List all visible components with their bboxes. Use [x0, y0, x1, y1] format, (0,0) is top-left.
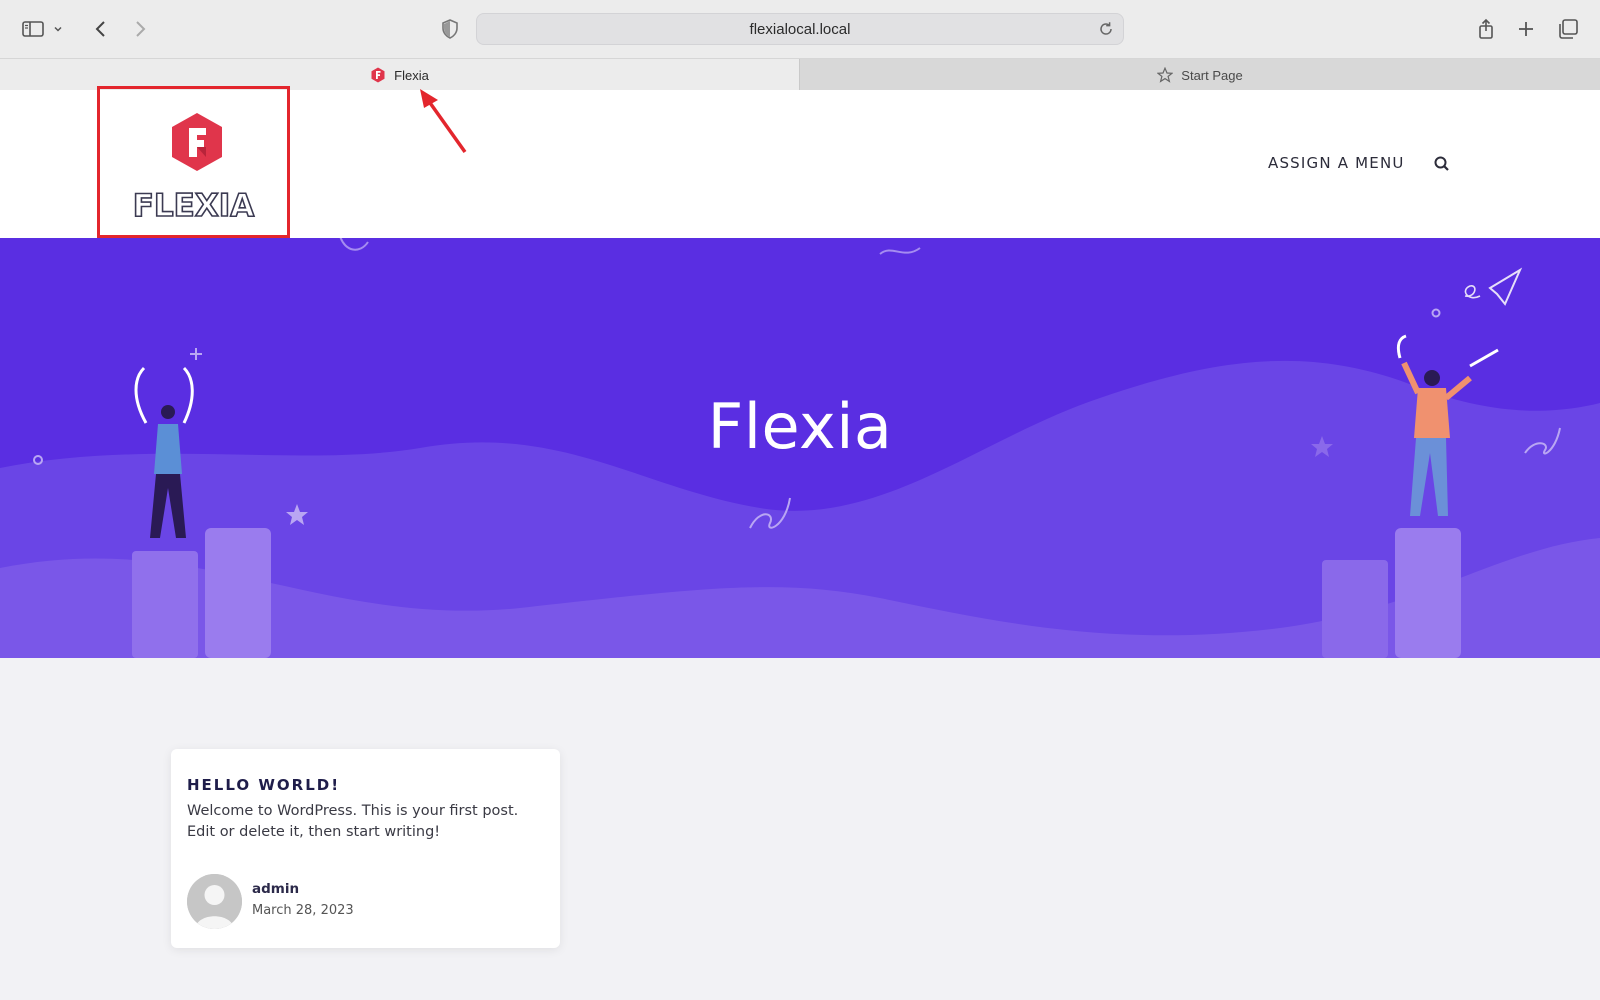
sidebar-icon[interactable] — [20, 16, 46, 42]
share-icon[interactable] — [1473, 16, 1499, 42]
reload-icon[interactable] — [1097, 20, 1115, 38]
post-excerpt: Welcome to WordPress. This is your first… — [187, 803, 519, 840]
url-text: flexialocal.local — [749, 21, 851, 38]
hero-banner: Flexia — [0, 238, 1600, 658]
post-author[interactable]: admin — [252, 881, 299, 897]
star-icon — [1156, 66, 1174, 83]
chevron-down-icon[interactable] — [50, 16, 66, 42]
shield-icon[interactable] — [437, 16, 463, 42]
forward-icon[interactable] — [127, 16, 153, 42]
flexia-logo-icon — [168, 111, 226, 173]
back-icon[interactable] — [88, 16, 114, 42]
tab-label: Start Page — [1181, 67, 1243, 83]
annotation-arrow-icon — [420, 89, 467, 154]
tab-start-page[interactable]: Start Page — [799, 59, 1600, 91]
search-icon[interactable] — [1432, 154, 1452, 174]
post-date: March 28, 2023 — [252, 903, 354, 918]
address-bar[interactable]: flexialocal.local — [476, 13, 1124, 45]
tab-label: Flexia — [394, 67, 429, 83]
site-logo[interactable]: FLEXIA — [97, 86, 290, 238]
post-card[interactable]: HELLO WORLD! Welcome to WordPress. This … — [171, 749, 560, 948]
nav-assign-menu[interactable]: ASSIGN A MENU — [1268, 154, 1405, 172]
flexia-favicon — [370, 67, 386, 83]
avatar[interactable] — [187, 874, 242, 929]
post-title[interactable]: HELLO WORLD! — [187, 776, 340, 794]
browser-toolbar: flexialocal.local — [0, 0, 1600, 58]
logo-text: FLEXIA — [132, 187, 255, 225]
tab-overview-icon[interactable] — [1555, 16, 1581, 42]
new-tab-icon[interactable] — [1513, 16, 1539, 42]
hero-title: Flexia — [707, 390, 893, 463]
